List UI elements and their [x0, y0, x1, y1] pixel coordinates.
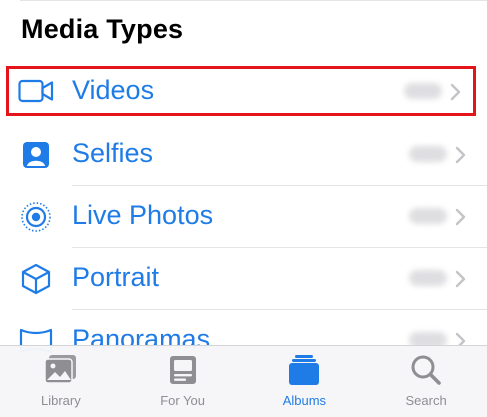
- section-title: Media Types: [21, 14, 184, 44]
- media-type-portrait[interactable]: Portrait: [0, 248, 487, 310]
- media-type-label: Portrait: [72, 262, 160, 292]
- tab-search[interactable]: Search: [365, 346, 487, 417]
- media-type-live-photos[interactable]: Live Photos: [0, 186, 487, 248]
- chevron-right-icon: [453, 207, 467, 227]
- media-type-label: Live Photos: [72, 200, 214, 230]
- tab-label: Library: [41, 393, 81, 408]
- chevron-right-icon: [453, 145, 467, 165]
- magnifier-icon: [409, 354, 443, 386]
- media-type-selfies[interactable]: Selfies: [0, 124, 487, 186]
- tab-library[interactable]: Library: [0, 346, 122, 417]
- chevron-right-icon: [448, 82, 462, 102]
- item-count-blurred: [409, 208, 447, 224]
- for-you-icon: [166, 354, 200, 386]
- chevron-right-icon: [453, 269, 467, 289]
- top-separator: [20, 0, 487, 1]
- tab-for-you[interactable]: For You: [122, 346, 244, 417]
- media-types-list: Videos Selfies Live Photos Portrait Pano…: [0, 62, 487, 372]
- tab-bar: Library For You Albums Search: [0, 345, 487, 417]
- live-photo-icon: [18, 200, 54, 234]
- item-count-blurred: [404, 83, 442, 99]
- tab-label: Search: [405, 393, 447, 408]
- item-count-blurred: [409, 270, 447, 286]
- video-camera-icon: [18, 74, 54, 108]
- media-type-label: Selfies: [72, 138, 154, 168]
- cube-icon: [18, 262, 54, 296]
- tab-label: For You: [160, 393, 206, 408]
- media-type-label: Videos: [72, 75, 155, 105]
- selfie-portrait-icon: [18, 138, 54, 172]
- tab-label: Albums: [282, 393, 327, 408]
- albums-icon: [287, 354, 321, 386]
- photo-library-icon: [44, 354, 78, 386]
- media-type-videos[interactable]: Videos: [6, 66, 476, 116]
- tab-albums[interactable]: Albums: [244, 346, 366, 417]
- item-count-blurred: [409, 146, 447, 162]
